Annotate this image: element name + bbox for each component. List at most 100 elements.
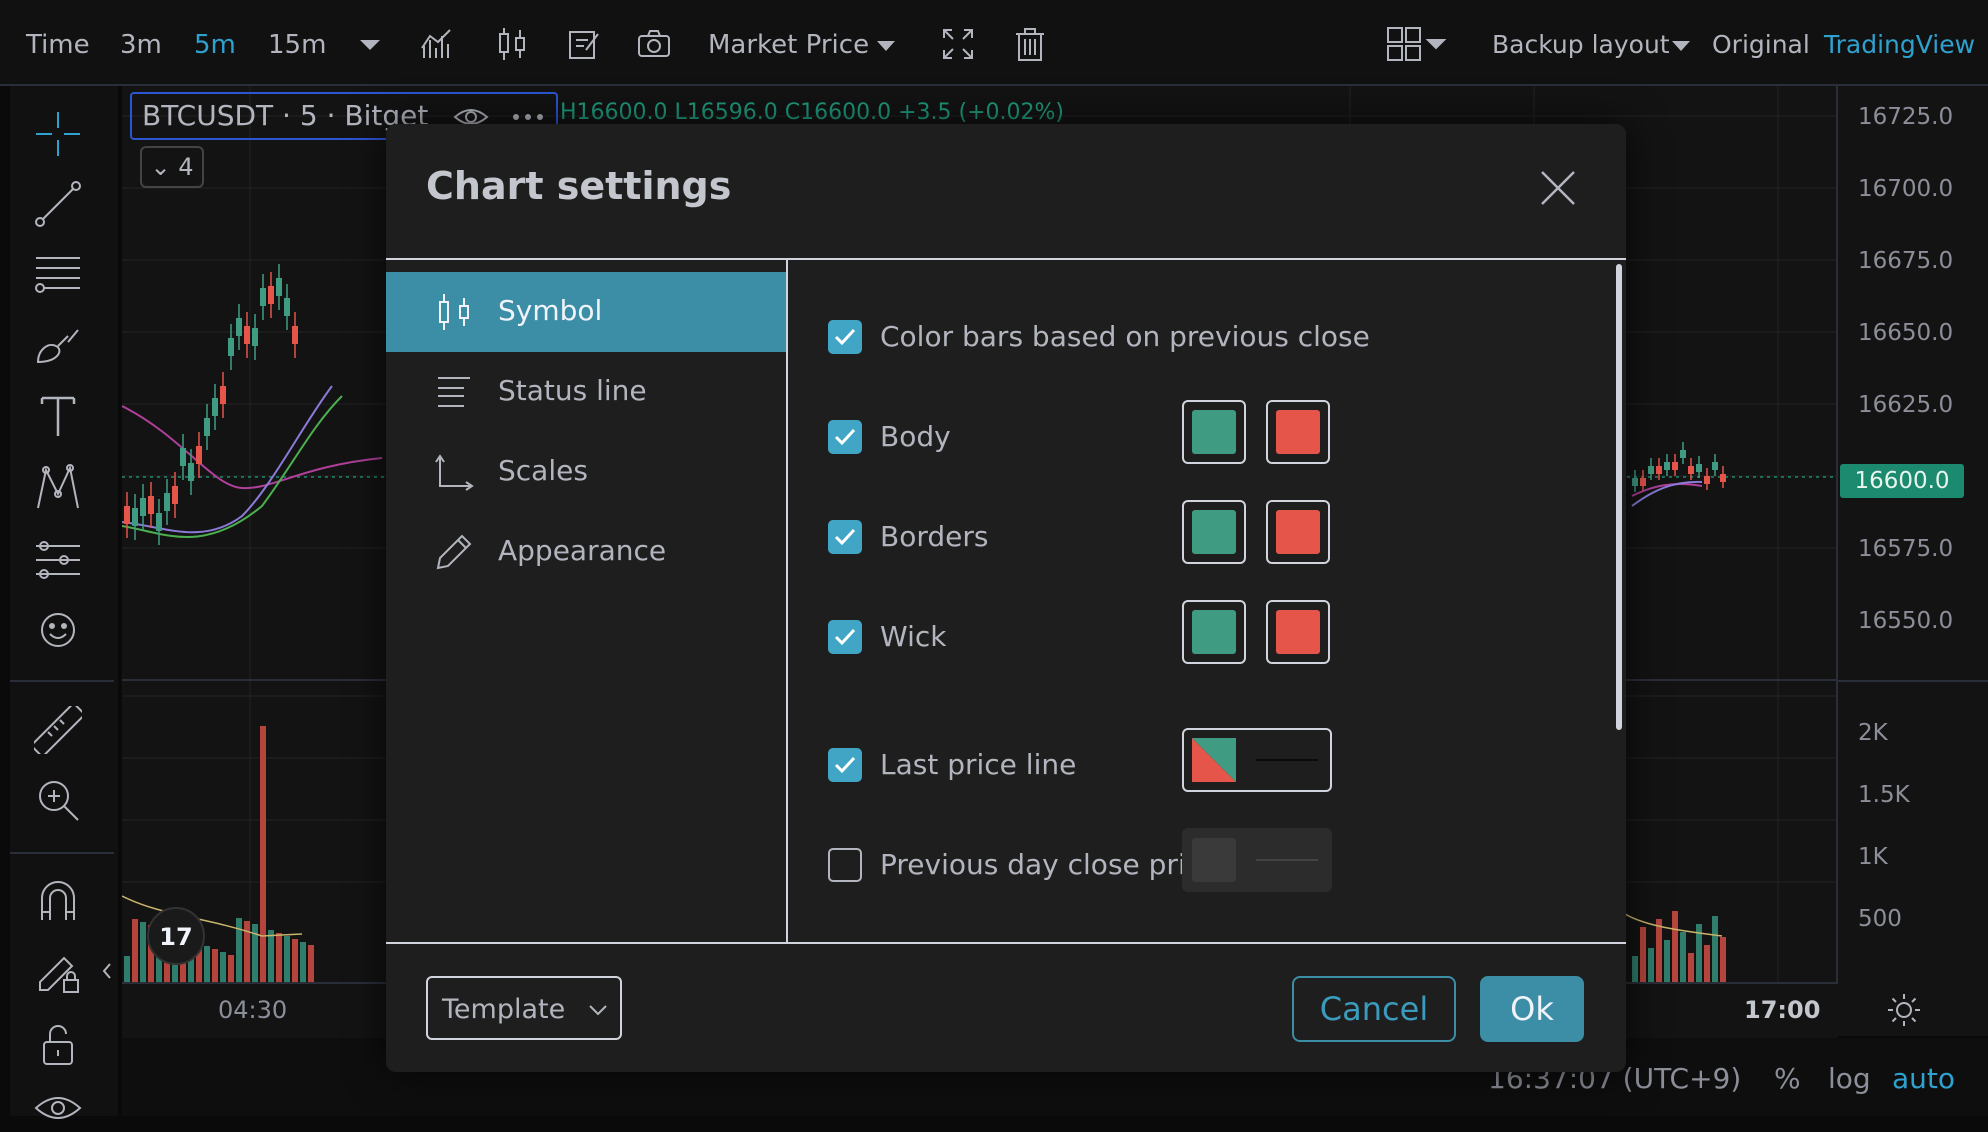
body-down-color-swatch[interactable] bbox=[1266, 400, 1330, 464]
svg-text:17: 17 bbox=[159, 923, 192, 951]
last-price-line-style[interactable] bbox=[1182, 728, 1332, 792]
volume-bar bbox=[1648, 948, 1654, 986]
borders-down-color-swatch[interactable] bbox=[1266, 500, 1330, 564]
wick-down-color-swatch[interactable] bbox=[1266, 600, 1330, 664]
fullscreen-icon[interactable] bbox=[940, 26, 976, 62]
candle-body bbox=[260, 288, 266, 306]
auto-toggle[interactable]: auto bbox=[1892, 1062, 1955, 1095]
volume-bar bbox=[284, 936, 290, 986]
fib-lines-icon[interactable] bbox=[34, 250, 82, 298]
close-icon[interactable] bbox=[1534, 164, 1582, 212]
volume-bar bbox=[300, 942, 306, 986]
log-toggle[interactable]: log bbox=[1828, 1062, 1871, 1095]
candle-body bbox=[204, 418, 210, 436]
settings-gear-icon[interactable] bbox=[1886, 992, 1922, 1028]
trend-line-icon[interactable] bbox=[34, 180, 82, 228]
tradingview-logo-icon[interactable]: 17 bbox=[146, 906, 206, 966]
checkbox-body[interactable] bbox=[828, 420, 862, 454]
candle-body bbox=[244, 326, 250, 344]
layout-grid-icon[interactable] bbox=[1386, 26, 1450, 62]
checkbox-wick[interactable] bbox=[828, 620, 862, 654]
setting-prev-day-close: Previous day close price line bbox=[828, 828, 1588, 896]
candle-body bbox=[236, 318, 242, 336]
setting-label: Body bbox=[880, 420, 951, 453]
prev-day-close-line-style[interactable] bbox=[1182, 828, 1332, 892]
volume-bar bbox=[1672, 911, 1678, 986]
price-label: 16725.0 bbox=[1858, 104, 1954, 130]
candle-body bbox=[124, 506, 130, 524]
borders-up-color-swatch[interactable] bbox=[1182, 500, 1246, 564]
tab-appearance[interactable]: Appearance bbox=[386, 512, 786, 592]
setting-borders: Borders bbox=[828, 500, 1588, 568]
price-label: 16675.0 bbox=[1858, 248, 1954, 274]
camera-icon[interactable] bbox=[636, 26, 672, 62]
interval-time[interactable]: Time bbox=[26, 0, 90, 84]
top-toolbar: Time 3m 5m 15m Market Price Backup layou… bbox=[0, 0, 1988, 86]
price-type-label: Market Price bbox=[708, 30, 870, 60]
volume-label: 1.5K bbox=[1858, 782, 1910, 808]
indicators-icon[interactable] bbox=[420, 26, 456, 62]
trash-icon[interactable] bbox=[1012, 26, 1048, 62]
candles-icon bbox=[434, 292, 474, 332]
edit-note-icon[interactable] bbox=[566, 26, 602, 62]
toolbar-divider bbox=[10, 680, 114, 682]
brush-icon[interactable] bbox=[34, 322, 82, 370]
tab-status-line[interactable]: Status line bbox=[386, 352, 786, 432]
original-button[interactable]: Original bbox=[1712, 0, 1810, 84]
tradingview-button[interactable]: TradingView bbox=[1824, 0, 1975, 84]
tab-scales[interactable]: Scales bbox=[386, 432, 786, 512]
checkbox-last-price-line[interactable] bbox=[828, 748, 862, 782]
backup-layout-dropdown[interactable]: Backup layout bbox=[1492, 0, 1690, 84]
eye-icon[interactable] bbox=[34, 1084, 82, 1132]
interval-3m[interactable]: 3m bbox=[120, 0, 162, 84]
lock-drawing-icon[interactable] bbox=[34, 948, 82, 996]
template-dropdown[interactable]: Template bbox=[426, 976, 622, 1040]
indicator-count: 4 bbox=[178, 153, 194, 181]
crosshair-icon[interactable] bbox=[34, 110, 82, 158]
pattern-icon[interactable] bbox=[34, 464, 82, 512]
setting-body: Body bbox=[828, 400, 1588, 468]
price-type-dropdown[interactable]: Market Price bbox=[708, 0, 896, 84]
price-scale[interactable]: 16725.0 16700.0 16675.0 16650.0 16625.0 … bbox=[1836, 86, 1988, 1036]
zoom-in-icon[interactable] bbox=[34, 776, 82, 824]
scroll-left-icon[interactable] bbox=[100, 956, 114, 986]
tab-symbol[interactable]: Symbol bbox=[386, 272, 786, 352]
candle-body bbox=[1632, 478, 1638, 486]
emoji-icon[interactable] bbox=[34, 606, 82, 654]
chevron-down-icon[interactable] bbox=[352, 26, 388, 62]
volume-bar bbox=[1680, 932, 1686, 986]
ok-button[interactable]: Ok bbox=[1480, 976, 1584, 1042]
price-label: 16575.0 bbox=[1858, 536, 1954, 562]
setting-last-price-line: Last price line bbox=[828, 728, 1588, 796]
candle-body bbox=[220, 386, 226, 404]
cancel-button[interactable]: Cancel bbox=[1292, 976, 1456, 1042]
candle-body bbox=[268, 286, 274, 304]
checkbox-prev-day-close[interactable] bbox=[828, 848, 862, 882]
more-icon[interactable] bbox=[510, 112, 546, 122]
time-label: 04:30 bbox=[218, 996, 288, 1024]
percent-toggle[interactable]: % bbox=[1774, 1062, 1801, 1095]
dialog-scrollbar[interactable] bbox=[1616, 264, 1622, 730]
text-icon[interactable] bbox=[34, 392, 82, 440]
symbol-label: BTCUSDT · 5 · Bitget bbox=[142, 99, 429, 132]
prediction-icon[interactable] bbox=[34, 536, 82, 584]
interval-5m[interactable]: 5m bbox=[194, 0, 236, 84]
interval-15m[interactable]: 15m bbox=[268, 0, 326, 84]
price-label: 16550.0 bbox=[1858, 608, 1954, 634]
magnet-icon[interactable] bbox=[34, 876, 82, 924]
unlock-icon[interactable] bbox=[34, 1020, 82, 1068]
checkbox-color-bars[interactable] bbox=[828, 320, 862, 354]
wick-up-color-swatch[interactable] bbox=[1182, 600, 1246, 664]
indicator-collapse[interactable]: ⌄ 4 bbox=[140, 146, 204, 188]
candle-body bbox=[156, 513, 162, 531]
volume-bar bbox=[1656, 919, 1662, 986]
setting-label: Wick bbox=[880, 620, 947, 653]
candle-body bbox=[172, 486, 178, 504]
candle-body bbox=[284, 298, 290, 316]
candle-type-icon[interactable] bbox=[494, 26, 530, 62]
candle-body bbox=[1696, 464, 1702, 472]
ruler-icon[interactable] bbox=[34, 706, 82, 754]
body-up-color-swatch[interactable] bbox=[1182, 400, 1246, 464]
checkbox-borders[interactable] bbox=[828, 520, 862, 554]
chevron-down-icon: ⌄ bbox=[150, 153, 171, 181]
